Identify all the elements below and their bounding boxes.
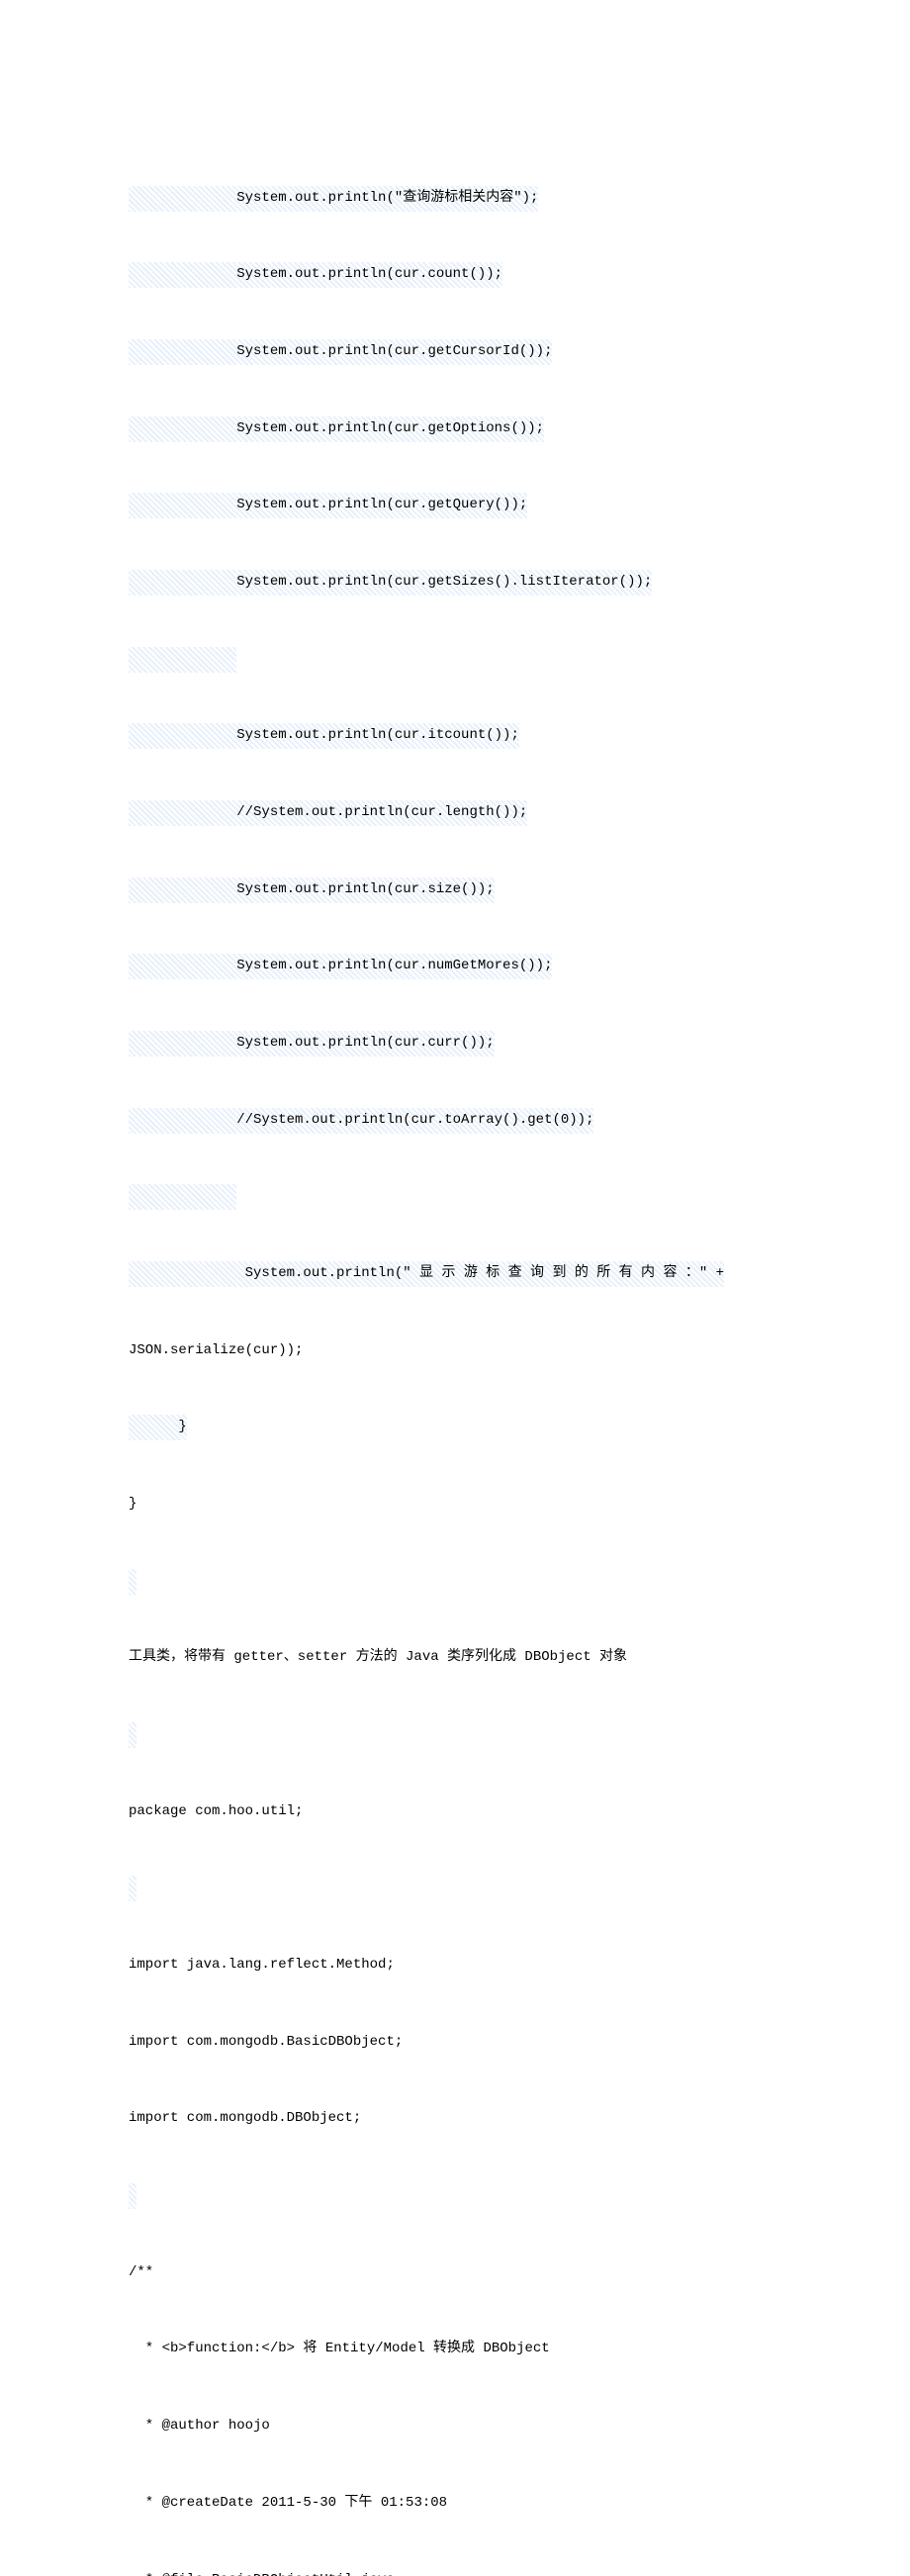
code-line: import com.mongodb.BasicDBObject;	[129, 2030, 781, 2056]
code-line: System.out.println(cur.getSizes().listIt…	[129, 570, 781, 596]
code-line: System.out.println(cur.getCursorId());	[129, 339, 781, 365]
code-line: //System.out.println(cur.toArray().get(0…	[129, 1108, 781, 1134]
highlight: //System.out.println(cur.length());	[129, 800, 527, 826]
code-line: import java.lang.reflect.Method;	[129, 1953, 781, 1978]
highlight	[129, 1184, 236, 1210]
highlight: System.out.println(" 显 示 游 标 查 询 到 的 所 有…	[129, 1261, 724, 1287]
highlight	[129, 1876, 136, 1901]
code-line: }	[129, 1415, 781, 1440]
code-line: /**	[129, 2260, 781, 2286]
highlight: System.out.println(cur.getCursorId());	[129, 339, 552, 365]
highlight	[129, 1569, 136, 1595]
highlight: //System.out.println(cur.toArray().get(0…	[129, 1108, 593, 1134]
code-line: System.out.println(cur.count());	[129, 262, 781, 288]
code-line: //System.out.println(cur.length());	[129, 800, 781, 826]
code-line	[129, 1722, 781, 1748]
code-line: * @author hoojo	[129, 2414, 781, 2439]
code-line: System.out.println(cur.numGetMores());	[129, 954, 781, 979]
code-line: }	[129, 1492, 781, 1518]
code-line: package com.hoo.util;	[129, 1799, 781, 1825]
code-line	[129, 1184, 781, 1210]
code-block: System.out.println("查询游标相关内容"); System.o…	[129, 109, 781, 2576]
code-line: System.out.println(cur.getOptions());	[129, 416, 781, 442]
document-page: System.out.println("查询游标相关内容"); System.o…	[0, 0, 910, 2576]
code-line: System.out.println(" 显 示 游 标 查 询 到 的 所 有…	[129, 1261, 781, 1287]
highlight: System.out.println(cur.size());	[129, 877, 495, 903]
highlight	[129, 647, 236, 673]
highlight: System.out.println(cur.count());	[129, 262, 502, 288]
highlight: System.out.println(cur.curr());	[129, 1031, 495, 1057]
highlight: System.out.println(cur.itcount());	[129, 723, 519, 749]
prose-line: 工具类，将带有 getter、setter 方法的 Java 类序列化成 DBO…	[129, 1645, 781, 1671]
highlight: System.out.println(cur.getSizes().listIt…	[129, 570, 652, 596]
code-line: System.out.println(cur.size());	[129, 877, 781, 903]
code-line: * <b>function:</b> 将 Entity/Model 转换成 DB…	[129, 2337, 781, 2362]
code-line: System.out.println(cur.curr());	[129, 1031, 781, 1057]
highlight	[129, 1722, 136, 1748]
code-line: System.out.println(cur.getQuery());	[129, 493, 781, 518]
highlight: }	[129, 1415, 187, 1440]
highlight: System.out.println(cur.numGetMores());	[129, 954, 552, 979]
highlight	[129, 2183, 136, 2209]
highlight: System.out.println(cur.getOptions());	[129, 416, 544, 442]
highlight: System.out.println("查询游标相关内容");	[129, 186, 538, 212]
highlight: System.out.println(cur.getQuery());	[129, 493, 527, 518]
code-line	[129, 1876, 781, 1901]
code-line	[129, 2183, 781, 2209]
code-line: * @createDate 2011-5-30 下午 01:53:08	[129, 2491, 781, 2517]
code-line	[129, 1569, 781, 1595]
code-line: import com.mongodb.DBObject;	[129, 2106, 781, 2132]
code-line: JSON.serialize(cur));	[129, 1338, 781, 1364]
code-line	[129, 647, 781, 673]
code-line: * @file BasicDBObjectUtil.java	[129, 2568, 781, 2576]
code-line: System.out.println("查询游标相关内容");	[129, 186, 781, 212]
code-line: System.out.println(cur.itcount());	[129, 723, 781, 749]
